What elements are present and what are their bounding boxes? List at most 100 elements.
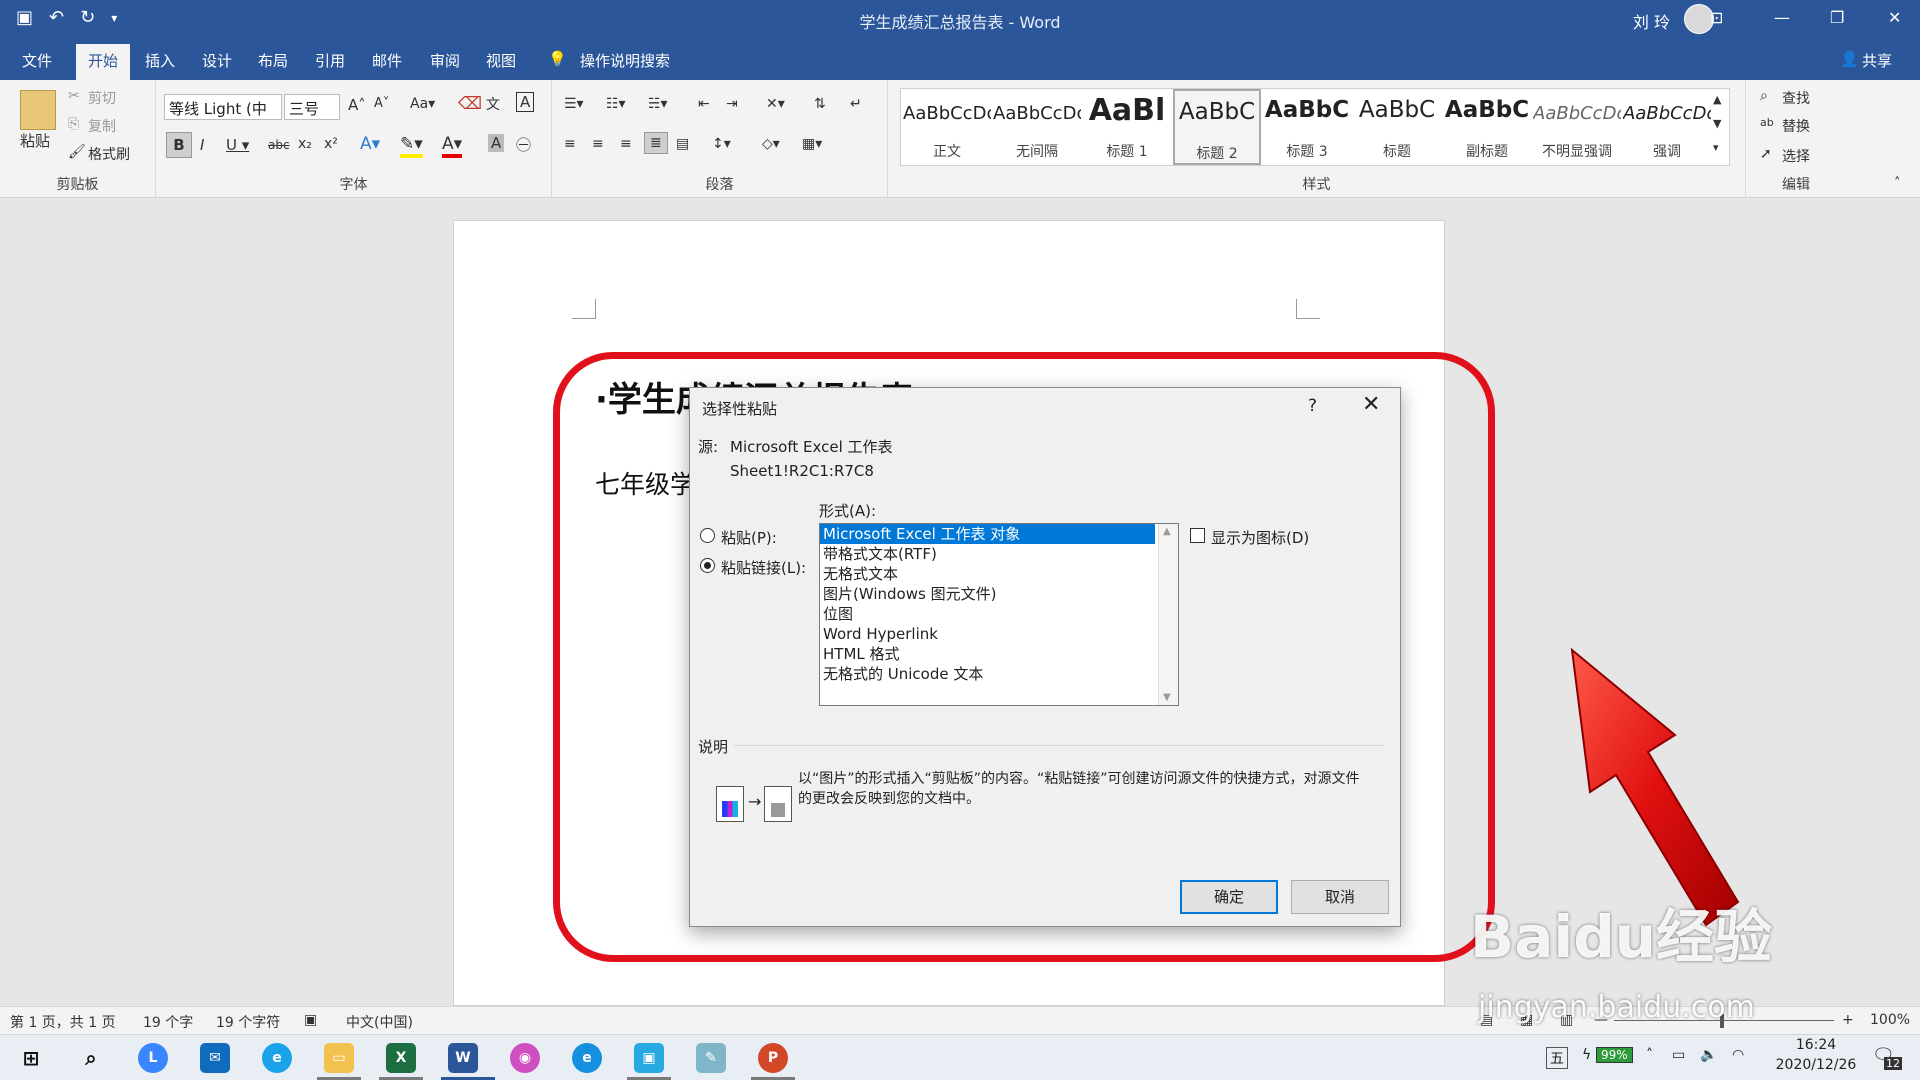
tab-layout[interactable]: 布局	[258, 50, 288, 71]
copy-button[interactable]: 复制	[88, 116, 116, 136]
clock-time[interactable]: 16:24	[1776, 1037, 1856, 1053]
numbering-icon[interactable]: ☷▾	[606, 96, 626, 112]
styles-more-icon[interactable]: ▾	[1713, 141, 1719, 154]
style-heading-1[interactable]: AaBl 标题 1	[1083, 89, 1171, 165]
increase-indent-icon[interactable]: ⇥	[726, 96, 738, 112]
line-spacing-icon[interactable]: ↕▾	[712, 136, 731, 152]
character-border-icon[interactable]: A	[516, 92, 535, 112]
tab-insert[interactable]: 插入	[145, 50, 175, 71]
network-icon[interactable]: ◠	[1732, 1047, 1744, 1063]
borders-icon[interactable]: ▦▾	[802, 136, 822, 152]
decrease-indent-icon[interactable]: ⇤	[698, 96, 710, 112]
paint-3d-icon[interactable]: ◉	[510, 1043, 540, 1073]
superscript-button[interactable]: x²	[324, 136, 338, 152]
underline-button[interactable]: U ▾	[226, 136, 249, 154]
distributed-icon[interactable]: ▤	[676, 136, 689, 152]
align-left-icon[interactable]: ≡	[564, 136, 576, 152]
word-count[interactable]: 19 个字	[143, 1012, 193, 1032]
file-explorer-icon[interactable]: ▭	[324, 1043, 354, 1073]
battery-indicator[interactable]: 99%	[1596, 1047, 1633, 1063]
mail-icon[interactable]: ✉	[200, 1043, 230, 1073]
page-count[interactable]: 第 1 页，共 1 页	[10, 1012, 116, 1032]
tab-view[interactable]: 视图	[486, 50, 516, 71]
restore-icon[interactable]: ❐	[1830, 8, 1844, 27]
style-normal[interactable]: AaBbCcDc 正文	[903, 89, 991, 165]
ime-indicator[interactable]: 五	[1546, 1047, 1568, 1069]
tab-mailings[interactable]: 邮件	[372, 50, 402, 71]
paste-icon[interactable]	[20, 90, 56, 130]
ribbon-display-icon[interactable]: ⊡	[1710, 8, 1723, 27]
chinese-layout-icon[interactable]: ✕▾	[766, 96, 785, 112]
italic-button[interactable]: I	[200, 136, 204, 154]
search-taskbar-icon[interactable]: ⌕	[76, 1043, 106, 1073]
zoom-in-icon[interactable]: +	[1842, 1012, 1854, 1028]
styles-scroll-up-icon[interactable]: ▲	[1713, 93, 1721, 106]
replace-button[interactable]: 替换	[1782, 116, 1810, 136]
character-shading-icon[interactable]: A	[488, 134, 505, 152]
share-button[interactable]: 共享	[1862, 50, 1892, 71]
style-subtitle[interactable]: AaBbC 副标题	[1443, 89, 1531, 165]
lark-icon[interactable]: L	[138, 1043, 168, 1073]
bullets-icon[interactable]: ☰▾	[564, 96, 584, 112]
close-window-icon[interactable]: ✕	[1888, 8, 1901, 27]
style-emphasis[interactable]: AaBbCcDc 强调	[1623, 89, 1711, 165]
tab-design[interactable]: 设计	[202, 50, 232, 71]
highlight-icon[interactable]: ✎▾	[400, 134, 423, 158]
enclose-characters-icon[interactable]: ㊀	[516, 134, 531, 155]
text-effects-icon[interactable]: A▾	[360, 134, 380, 154]
align-center-icon[interactable]: ≡	[592, 136, 604, 152]
font-name-combo[interactable]: 等线 Light (中	[164, 94, 282, 120]
style-heading-3[interactable]: AaBbC 标题 3	[1263, 89, 1351, 165]
volume-icon[interactable]: 🔈	[1700, 1047, 1717, 1063]
tab-review[interactable]: 审阅	[430, 50, 460, 71]
font-color-icon[interactable]: A▾	[442, 134, 463, 158]
powerpoint-icon[interactable]: P	[758, 1043, 788, 1073]
tab-file[interactable]: 文件	[22, 50, 52, 71]
show-marks-icon[interactable]: ↵	[850, 96, 862, 112]
style-heading-2[interactable]: AaBbC 标题 2	[1173, 89, 1261, 165]
windows-start-icon[interactable]: ⊞	[16, 1043, 46, 1073]
phonetic-guide-icon[interactable]: 文	[486, 94, 500, 114]
excel-icon[interactable]: X	[386, 1043, 416, 1073]
find-button[interactable]: 查找	[1782, 88, 1810, 108]
show-hidden-icons[interactable]: ˄	[1646, 1047, 1653, 1063]
select-button[interactable]: 选择	[1782, 146, 1810, 166]
strikethrough-button[interactable]: abc	[268, 138, 290, 152]
clear-format-icon[interactable]: ⌫	[458, 94, 482, 114]
bold-button[interactable]: B	[166, 132, 192, 158]
clock-date[interactable]: 2020/12/26	[1770, 1057, 1862, 1073]
styles-scroll-down-icon[interactable]: ▼	[1713, 117, 1721, 130]
align-right-icon[interactable]: ≡	[620, 136, 632, 152]
minimize-icon[interactable]: —	[1774, 8, 1790, 27]
char-count[interactable]: 19 个字符	[216, 1012, 280, 1032]
justify-icon[interactable]: ≣	[644, 132, 668, 154]
tell-me-search[interactable]: 操作说明搜索	[580, 50, 670, 71]
shading-icon[interactable]: ◇▾	[762, 136, 780, 152]
proofing-icon[interactable]: ▣	[304, 1012, 317, 1028]
ie-browser-icon[interactable]: e	[262, 1043, 292, 1073]
grow-font-icon[interactable]: A˄	[348, 96, 366, 114]
user-name[interactable]: 刘 玲	[1633, 9, 1670, 33]
style-no-spacing[interactable]: AaBbCcDc 无间隔	[993, 89, 1081, 165]
style-title[interactable]: AaBbC 标题	[1353, 89, 1441, 165]
app-icon[interactable]: ▣	[634, 1043, 664, 1073]
word-icon[interactable]: W	[448, 1043, 478, 1073]
subscript-button[interactable]: x₂	[298, 136, 312, 152]
sort-icon[interactable]: ⇅	[814, 96, 826, 112]
zoom-level[interactable]: 100%	[1870, 1012, 1910, 1028]
battery-icon[interactable]: ▭	[1672, 1047, 1685, 1063]
edge-icon[interactable]: e	[572, 1043, 602, 1073]
collapse-ribbon-icon[interactable]: ˄	[1894, 176, 1901, 191]
tab-references[interactable]: 引用	[315, 50, 345, 71]
pen-app-icon[interactable]: ✎	[696, 1043, 726, 1073]
change-case-icon[interactable]: Aa▾	[410, 96, 435, 112]
format-painter-button[interactable]: 格式刷	[88, 144, 130, 164]
cut-button[interactable]: 剪切	[88, 88, 116, 108]
paste-button[interactable]: 粘贴	[20, 130, 50, 151]
multilevel-list-icon[interactable]: ☵▾	[648, 96, 668, 112]
language-status[interactable]: 中文(中国)	[346, 1012, 413, 1032]
style-subtle-emphasis[interactable]: AaBbCcDc 不明显强调	[1533, 89, 1621, 165]
tab-home[interactable]: 开始	[76, 44, 131, 80]
shrink-font-icon[interactable]: A˅	[374, 96, 389, 111]
font-size-combo[interactable]: 三号	[284, 94, 340, 120]
